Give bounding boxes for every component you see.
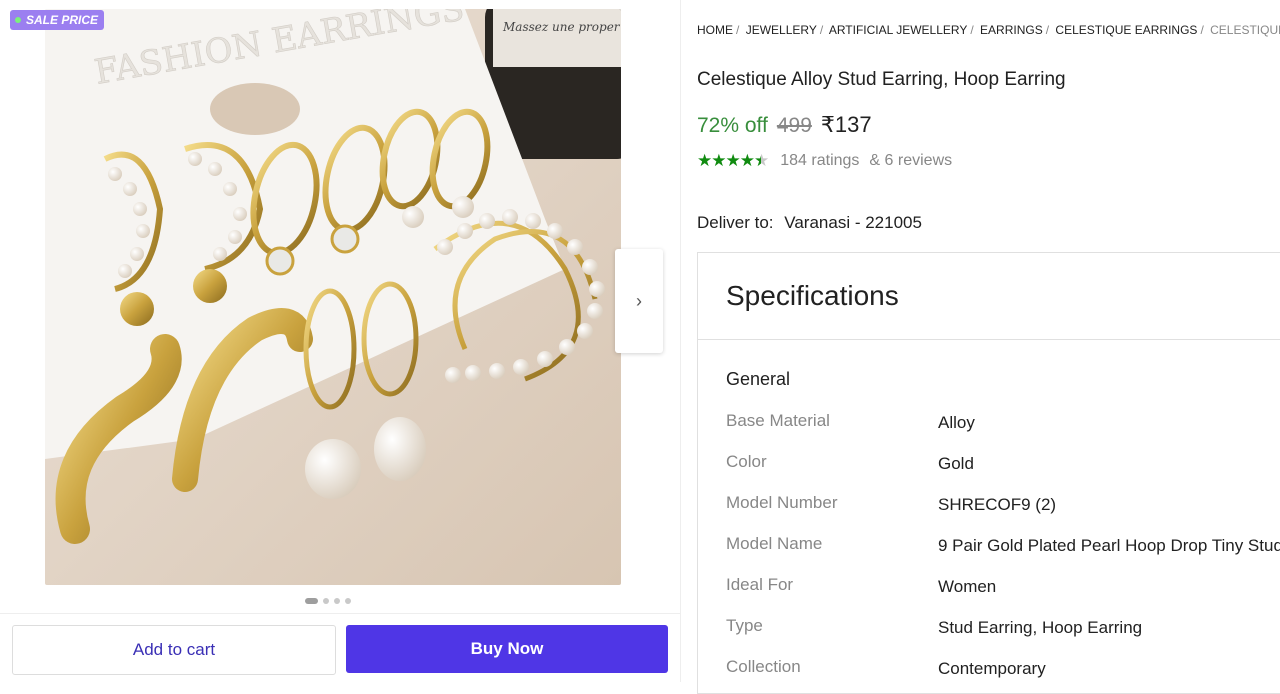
- spec-key: Model Number: [726, 493, 838, 512]
- breadcrumb-item[interactable]: EARRINGS: [980, 23, 1043, 37]
- breadcrumb-item[interactable]: ARTIFICIAL JEWELLERY: [829, 23, 968, 37]
- product-gallery: SALE PRICE Massez une proper FASHION EAR…: [0, 0, 681, 682]
- specifications-panel: Specifications General Base Material All…: [697, 252, 1280, 694]
- product-details: HOME / JEWELLERY / ARTIFICIAL JEWELLERY / E…: [697, 0, 1280, 694]
- delivery-location[interactable]: Deliver to: Varanasi - 221005: [697, 213, 922, 233]
- spec-value: Women: [938, 577, 997, 596]
- star-icon: ★: [725, 151, 741, 170]
- bottle-label: Massez une proper et c: [502, 20, 621, 34]
- star-icon: ★: [739, 151, 755, 170]
- breadcrumb-item[interactable]: CELESTIQUE EARRINGS: [1055, 23, 1197, 37]
- spec-key: Model Name: [726, 534, 823, 553]
- breadcrumb-item: CELESTIQUE ALL: [1210, 23, 1280, 37]
- spec-group-title: General: [726, 369, 791, 389]
- spec-value: Alloy: [938, 413, 975, 432]
- spec-key: Type: [726, 616, 763, 635]
- spec-key: Ideal For: [726, 575, 794, 594]
- rating-summary[interactable]: ★ ★ ★ ★ ★ 184 ratings & 6 reviews: [697, 151, 952, 171]
- star-icon: ★: [711, 151, 726, 170]
- breadcrumb-item[interactable]: HOME: [697, 23, 733, 37]
- chevron-right-icon: ›: [636, 290, 642, 311]
- spec-value: Stud Earring, Hoop Earring: [938, 618, 1143, 637]
- carousel-dot[interactable]: [305, 598, 318, 604]
- breadcrumb: HOME / JEWELLERY / ARTIFICIAL JEWELLERY / E…: [697, 23, 1280, 37]
- ratings-count: 184 ratings: [780, 152, 860, 169]
- discount-percent: 72% off: [697, 114, 768, 137]
- star-rating: ★ ★ ★ ★ ★: [697, 151, 769, 171]
- spec-value: 9 Pair Gold Plated Pearl Hoop Drop Tiny …: [938, 536, 1280, 555]
- earrings-photo: Massez une proper et c FASHION EARRINGS: [45, 9, 621, 585]
- carousel-dot[interactable]: [345, 598, 351, 604]
- original-price: 499: [776, 114, 812, 137]
- product-image[interactable]: Massez une proper et c FASHION EARRINGS: [45, 9, 621, 585]
- product-title: Celestique Alloy Stud Earring, Hoop Earr…: [697, 69, 1066, 90]
- carousel-dot[interactable]: [323, 598, 329, 604]
- carousel-dot[interactable]: [334, 598, 340, 604]
- sale-price-badge: SALE PRICE: [10, 10, 105, 30]
- star-icon: ★: [697, 151, 712, 170]
- carousel-dots: [305, 598, 351, 604]
- breadcrumb-item[interactable]: JEWELLERY: [746, 23, 817, 37]
- spec-key: Color: [726, 452, 767, 471]
- selling-price: ₹137: [820, 112, 872, 137]
- spec-value: Contemporary: [938, 659, 1046, 678]
- reviews-count: & 6 reviews: [869, 152, 953, 169]
- add-to-cart-button[interactable]: Add to cart: [12, 625, 336, 675]
- spec-value: Gold: [938, 454, 974, 473]
- deliver-pincode: Varanasi - 221005: [784, 213, 922, 232]
- spec-key: Collection: [726, 657, 801, 676]
- buy-now-button[interactable]: Buy Now: [346, 625, 668, 673]
- spec-value: SHRECOF9 (2): [938, 495, 1057, 514]
- star-half-icon: ★: [754, 151, 769, 170]
- price-block: 72% off 499 ₹137: [697, 112, 872, 138]
- deliver-label: Deliver to:: [697, 213, 774, 232]
- specifications-heading: Specifications: [698, 253, 1280, 340]
- spec-key: Base Material: [726, 411, 830, 430]
- next-image-button[interactable]: ›: [615, 249, 663, 353]
- purchase-actions: Add to cart Buy Now: [0, 613, 680, 683]
